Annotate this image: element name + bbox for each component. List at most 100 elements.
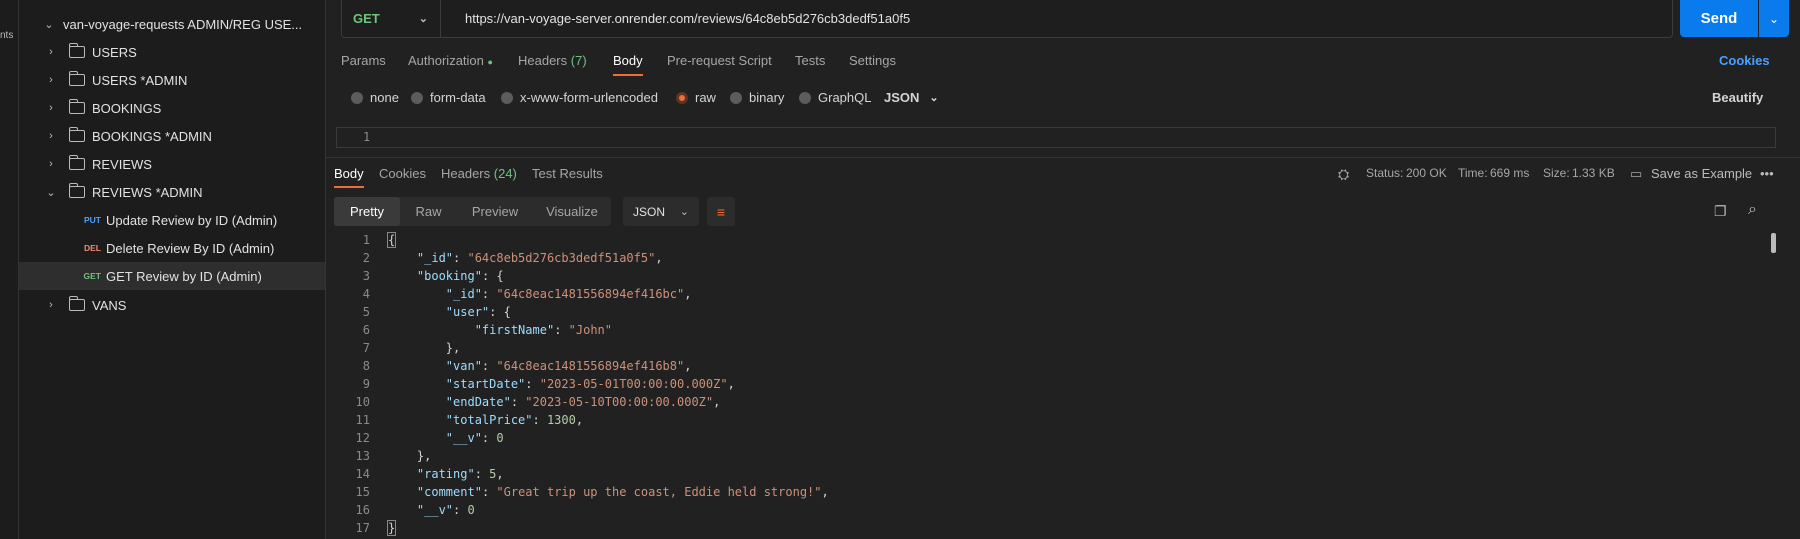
wrap-lines-button[interactable]: ≡ [707, 197, 735, 226]
radio-label: none [370, 90, 399, 105]
network-icon[interactable]: ⛭ [1338, 166, 1349, 183]
more-options-icon[interactable]: ••• [1760, 166, 1774, 181]
headers-count: (7) [570, 53, 587, 68]
resp-tab-headers[interactable]: Headers (24) [441, 166, 517, 181]
resp-tab-cookies[interactable]: Cookies [379, 166, 426, 181]
code-text: "__v": 0 [388, 503, 475, 521]
folder-vans[interactable]: › VANS [19, 291, 325, 319]
view-visualize[interactable]: Visualize [533, 197, 611, 226]
code-token: } [386, 520, 397, 536]
status-value[interactable]: 200 OK [1406, 166, 1447, 180]
line-number: 7 [362, 341, 370, 355]
code-line: 9 "startDate": "2023-05-01T00:00:00.000Z… [326, 377, 735, 395]
radio-none[interactable]: none [351, 90, 399, 105]
code-line: 7 }, [326, 341, 460, 359]
save-as-example-button[interactable]: Save as Example [1651, 166, 1752, 181]
response-divider[interactable] [326, 157, 1800, 158]
code-token: "_id" [445, 287, 482, 301]
code-token: : [481, 431, 497, 445]
code-text: "_id": "64c8eac1481556894ef416bc", [388, 287, 692, 305]
size-value[interactable]: 1.33 KB [1572, 166, 1615, 180]
request-item[interactable]: PUT Update Review by ID (Admin) [19, 206, 325, 234]
radio-label: x-www-form-urlencoded [520, 90, 658, 105]
folder-item[interactable]: ⌄ REVIEWS *ADMIN [19, 178, 325, 206]
beautify-button[interactable]: Beautify [1712, 90, 1763, 105]
request-item[interactable]: GET GET Review by ID (Admin) [19, 262, 325, 290]
chevron-right-icon[interactable]: › [43, 46, 59, 58]
scrollbar-thumb[interactable] [1771, 233, 1776, 253]
code-token: : [510, 395, 526, 409]
code-text: "booking": { [388, 269, 504, 287]
resp-tab-body[interactable]: Body [334, 166, 364, 181]
radio-form-data[interactable]: form-data [411, 90, 486, 105]
tab-body[interactable]: Body [613, 53, 643, 68]
send-dropdown-button[interactable]: ⌄ [1759, 0, 1789, 37]
collection-label: van-voyage-requests ADMIN/REG USE... [63, 16, 303, 32]
line-number: 13 [355, 449, 370, 463]
search-icon[interactable]: ⌕ [1748, 201, 1757, 219]
view-preview[interactable]: Preview [457, 197, 533, 226]
chevron-right-icon[interactable]: › [43, 130, 59, 142]
radio-raw[interactable]: raw [676, 90, 716, 105]
request-label: GET Review by ID (Admin) [106, 268, 262, 284]
code-token: , [684, 359, 692, 373]
line-number: 4 [362, 287, 370, 301]
collection-item[interactable]: ⌄ van-voyage-requests ADMIN/REG USE... [19, 10, 325, 38]
radio-urlencoded[interactable]: x-www-form-urlencoded [501, 90, 658, 105]
code-token: : [474, 467, 490, 481]
tab-tests[interactable]: Tests [795, 53, 825, 68]
code-token: : [525, 377, 540, 391]
chevron-right-icon[interactable]: › [43, 102, 59, 114]
radio-label: binary [749, 90, 785, 105]
view-pretty[interactable]: Pretty [334, 197, 400, 226]
code-text: "comment": "Great trip up the coast, Edd… [388, 485, 829, 503]
code-token: "startDate" [445, 377, 526, 391]
body-format-select[interactable]: JSON ⌄ [884, 90, 939, 105]
tab-settings[interactable]: Settings [849, 53, 896, 68]
line-number: 1 [362, 233, 370, 247]
chevron-right-icon[interactable]: › [43, 158, 59, 170]
tab-headers[interactable]: Headers (7) [518, 53, 587, 68]
resp-tab-test-results[interactable]: Test Results [532, 166, 603, 181]
request-body-editor[interactable]: 1 [336, 127, 1776, 148]
tab-pre-request-script[interactable]: Pre-request Script [667, 53, 772, 68]
view-raw[interactable]: Raw [400, 197, 457, 226]
time-value[interactable]: 669 ms [1490, 166, 1529, 180]
code-line: 5 "user": { [326, 305, 511, 323]
radio-graphql[interactable]: GraphQL [799, 90, 871, 105]
line-number: 14 [355, 467, 370, 481]
folder-item[interactable]: › USERS [19, 38, 325, 66]
code-text: "totalPrice": 1300, [388, 413, 583, 431]
code-token: , [727, 377, 735, 391]
cookies-link[interactable]: Cookies [1719, 53, 1770, 68]
code-token: "64c8eb5d276cb3dedf51a0f5" [467, 251, 656, 265]
code-text: }, [388, 341, 460, 359]
copy-icon[interactable]: ❐ [1714, 203, 1727, 220]
tab-authorization[interactable]: Authorization ● [408, 53, 493, 68]
code-token: : [554, 323, 569, 337]
code-line: 3 "booking": { [326, 269, 504, 287]
folder-item[interactable]: › USERS *ADMIN [19, 66, 325, 94]
folder-icon [69, 155, 85, 170]
folder-icon [69, 183, 85, 198]
chevron-right-icon[interactable]: › [43, 299, 59, 311]
folder-item[interactable]: › BOOKINGS *ADMIN [19, 122, 325, 150]
request-item[interactable]: DEL Delete Review By ID (Admin) [19, 234, 325, 262]
radio-icon [501, 91, 513, 104]
folder-item[interactable]: › REVIEWS [19, 150, 325, 178]
tab-params[interactable]: Params [341, 53, 386, 68]
chevron-right-icon[interactable]: › [43, 74, 59, 86]
method-badge: DEL [84, 243, 101, 253]
line-number: 10 [355, 395, 370, 409]
radio-binary[interactable]: binary [730, 90, 784, 105]
collection-sidebar: ⌄ van-voyage-requests ADMIN/REG USE... ›… [19, 0, 326, 539]
url-input[interactable]: https://van-voyage-server.onrender.com/r… [465, 11, 910, 26]
resp-tab-headers-label: Headers [441, 166, 491, 181]
chevron-down-icon[interactable]: ⌄ [41, 18, 57, 31]
chevron-down-icon[interactable]: ⌄ [43, 186, 59, 199]
send-button[interactable]: Send [1680, 0, 1758, 37]
folder-item[interactable]: › BOOKINGS [19, 94, 325, 122]
method-select[interactable]: GET ⌄ [341, 0, 441, 37]
response-format-select[interactable]: JSON ⌄ [623, 197, 699, 226]
